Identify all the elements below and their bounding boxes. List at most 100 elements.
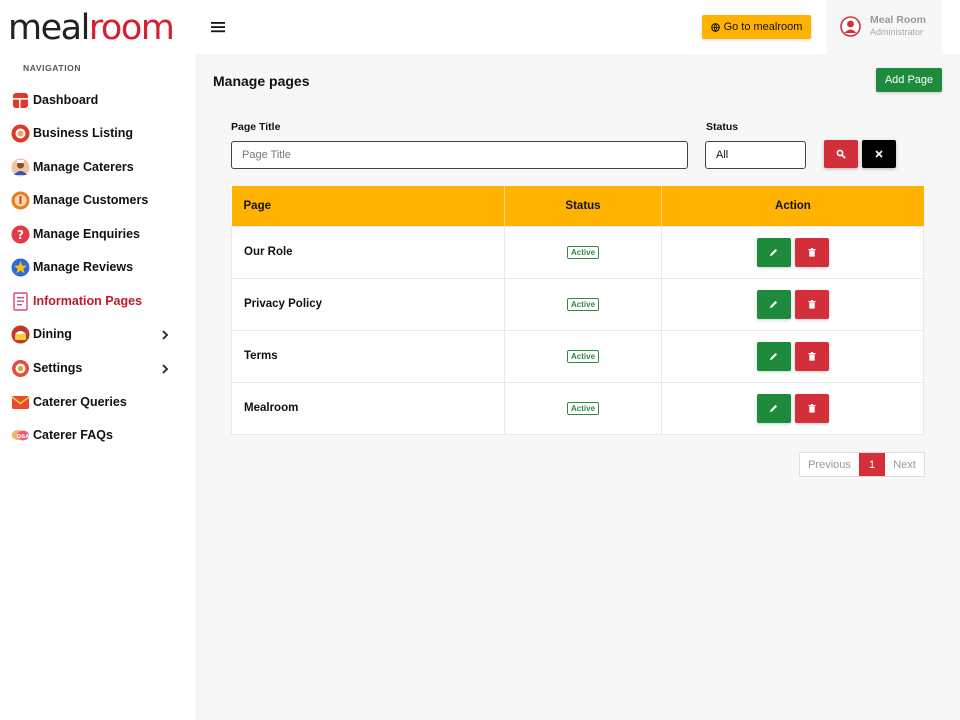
hamburger-menu-icon[interactable] — [210, 19, 226, 35]
chevron-right-icon — [161, 329, 169, 343]
trash-icon — [808, 351, 816, 361]
pencil-icon — [770, 352, 778, 360]
delete-button[interactable] — [794, 341, 829, 371]
sidebar-item-caterer-queries[interactable]: Caterer Queries — [11, 389, 181, 415]
user-role: Administrator — [870, 27, 924, 37]
chevron-right-icon — [161, 363, 169, 377]
sidebar-item-dashboard[interactable]: Dashboard — [11, 87, 181, 113]
edit-button[interactable] — [756, 393, 791, 423]
page-title-label: Page Title — [231, 121, 281, 133]
status-label: Status — [706, 121, 739, 133]
sidebar-item-label: Settings — [33, 361, 83, 375]
table-row: Privacy Policy Active — [231, 277, 924, 331]
search-icon — [836, 149, 846, 159]
status-badge: Active — [567, 401, 600, 415]
sidebar-item-label: Manage Enquiries — [33, 227, 140, 241]
column-header-page: Page — [231, 186, 505, 226]
sidebar-item-label: Caterer FAQs — [33, 428, 113, 442]
trash-icon — [808, 299, 816, 309]
page-name-cell: Terms — [231, 329, 505, 383]
top-header: Go to mealroom Meal Room Administrator — [196, 0, 960, 54]
mail-icon — [11, 393, 30, 412]
sidebar-item-settings[interactable]: Settings — [11, 355, 181, 381]
user-name: Meal Room — [870, 14, 927, 26]
table-row: Terms Active — [231, 329, 924, 383]
previous-page-button[interactable]: Previous — [800, 453, 859, 476]
go-to-mealroom-button[interactable]: Go to mealroom — [702, 15, 811, 39]
settings-icon — [11, 359, 30, 378]
dashboard-icon — [11, 91, 30, 110]
table-row: Mealroom Active — [231, 381, 924, 435]
action-cell — [661, 329, 924, 383]
edit-button[interactable] — [756, 341, 791, 371]
sidebar-item-label: Caterer Queries — [33, 395, 127, 409]
status-select[interactable]: All — [705, 141, 806, 169]
sidebar-item-caterer-faqs[interactable]: Q&A Caterer FAQs — [11, 422, 181, 448]
sidebar-item-manage-caterers[interactable]: Manage Caterers — [11, 154, 181, 180]
search-button[interactable] — [824, 140, 858, 168]
nav-heading: NAVIGATION — [23, 63, 82, 73]
add-page-button[interactable]: Add Page — [876, 68, 942, 92]
status-cell: Active — [503, 381, 663, 435]
trash-icon — [808, 247, 816, 257]
star-icon — [11, 258, 30, 277]
mealroom-logo[interactable]: mealroom — [8, 6, 175, 50]
page-number-button[interactable]: 1 — [859, 453, 885, 476]
sidebar-item-information-pages[interactable]: Information Pages — [11, 288, 181, 314]
svg-text:Q&A: Q&A — [17, 434, 30, 440]
page-name-cell: Mealroom — [231, 381, 505, 435]
sidebar-item-business-listing[interactable]: Business Listing — [11, 120, 181, 146]
action-cell — [661, 277, 924, 331]
pencil-icon — [770, 300, 778, 308]
delete-button[interactable] — [794, 237, 829, 267]
pencil-icon — [770, 248, 778, 256]
sidebar-item-manage-customers[interactable]: Manage Customers — [11, 187, 181, 213]
sidebar-item-label: Dashboard — [33, 93, 99, 107]
table-header-row: Page Status Action — [231, 186, 924, 226]
action-cell — [661, 225, 924, 279]
status-cell: Active — [503, 329, 663, 383]
page-name-cell: Privacy Policy — [231, 277, 505, 331]
column-header-action: Action — [661, 186, 924, 226]
delete-button[interactable] — [794, 393, 829, 423]
sidebar-item-label: Manage Customers — [33, 193, 149, 207]
status-badge: Active — [567, 245, 600, 259]
status-badge: Active — [567, 349, 600, 363]
edit-button[interactable] — [756, 289, 791, 319]
trash-icon — [808, 403, 816, 413]
caterer-icon — [11, 158, 30, 177]
pages-table: Page Status Action Our Role Active Priva… — [231, 186, 924, 435]
faq-icon: Q&A — [11, 426, 30, 445]
user-menu[interactable]: Meal Room Administrator — [827, 0, 942, 54]
sidebar-item-manage-enquiries[interactable]: ? Manage Enquiries — [11, 221, 181, 247]
sidebar-item-label: Manage Caterers — [33, 160, 134, 174]
sidebar-item-label: Manage Reviews — [33, 260, 134, 274]
document-icon — [11, 291, 30, 311]
page-name-cell: Our Role — [231, 225, 505, 279]
sidebar-item-dining[interactable]: Dining — [11, 321, 181, 347]
close-icon — [875, 150, 883, 158]
pagination: Previous 1 Next — [799, 452, 925, 477]
action-cell — [661, 381, 924, 435]
status-cell: Active — [503, 225, 663, 279]
edit-button[interactable] — [756, 237, 791, 267]
dining-icon — [11, 325, 30, 344]
sidebar-item-label: Information Pages — [33, 294, 143, 308]
status-cell: Active — [503, 277, 663, 331]
globe-icon — [710, 22, 720, 32]
customer-icon — [11, 191, 30, 210]
svg-text:?: ? — [17, 228, 24, 242]
next-page-button[interactable]: Next — [885, 453, 924, 476]
status-badge: Active — [567, 297, 600, 311]
clear-filter-button[interactable] — [862, 140, 896, 168]
column-header-status: Status — [504, 186, 663, 226]
question-icon: ? — [11, 225, 30, 244]
sidebar: mealroom NAVIGATION Dashboard Business L… — [0, 0, 196, 720]
table-row: Our Role Active — [231, 225, 924, 279]
delete-button[interactable] — [794, 289, 829, 319]
sidebar-item-label: Dining — [33, 327, 72, 341]
sidebar-item-label: Business Listing — [33, 126, 134, 140]
page-title-input[interactable] — [231, 141, 688, 169]
user-avatar-icon — [840, 16, 861, 37]
sidebar-item-manage-reviews[interactable]: Manage Reviews — [11, 254, 181, 280]
